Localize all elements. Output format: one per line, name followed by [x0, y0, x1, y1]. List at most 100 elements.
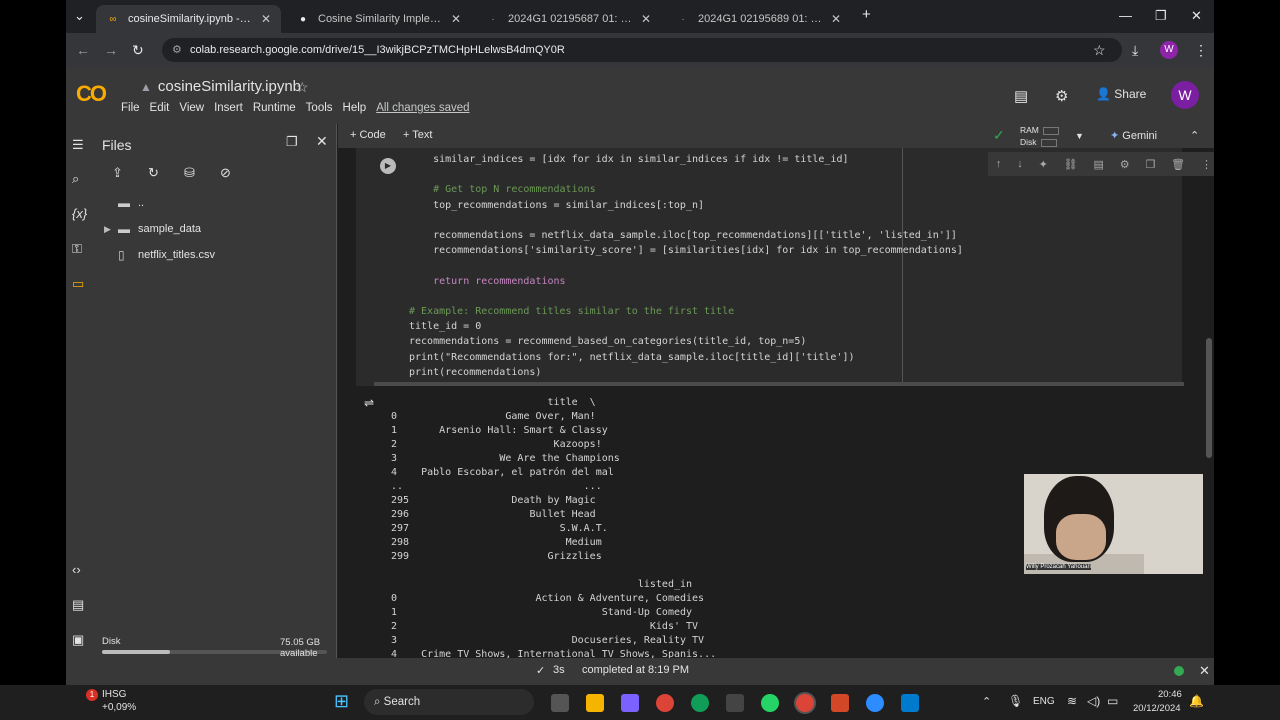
maximize-icon[interactable]: ❐	[1155, 8, 1167, 24]
chrome-profile-icon[interactable]	[796, 694, 814, 712]
code-line[interactable]: recommendations = netflix_data_sample.il…	[409, 228, 957, 243]
menu-insert[interactable]: Insert	[214, 102, 243, 114]
browser-tab-colab[interactable]: ∞ cosineSimilarity.ipynb - Colab ✕	[96, 5, 281, 33]
new-tab-icon[interactable]: +	[862, 6, 871, 23]
mirror-cell-icon[interactable]: ❐	[1145, 158, 1155, 171]
mount-drive-icon[interactable]: ⛁	[184, 165, 195, 181]
settings-gear-icon[interactable]: ⚙	[1055, 87, 1068, 105]
variables-icon[interactable]: {x}	[72, 206, 87, 221]
secrets-key-icon[interactable]: ⚿	[72, 241, 82, 257]
edge-icon[interactable]	[691, 694, 709, 712]
forward-icon[interactable]: →	[104, 42, 118, 58]
reload-icon[interactable]: ↻	[132, 42, 144, 59]
command-palette-icon[interactable]: ▤	[72, 597, 84, 613]
upload-file-icon[interactable]: ⇪	[112, 165, 123, 181]
minimize-icon[interactable]: —	[1119, 8, 1132, 23]
wifi-icon[interactable]: ≋	[1067, 694, 1077, 708]
run-cell-button[interactable]: ▶	[380, 158, 396, 174]
files-folder-icon[interactable]: ▭	[72, 276, 84, 292]
whatsapp-icon[interactable]	[761, 694, 779, 712]
code-snippets-icon[interactable]: ‹›	[72, 562, 81, 577]
link-icon[interactable]: ⛓	[1064, 158, 1078, 171]
download-icon[interactable]: ⤓	[1132, 42, 1138, 59]
table-of-contents-icon[interactable]: ☰	[72, 137, 84, 153]
language-indicator[interactable]: ENG	[1033, 696, 1055, 707]
notebook-title[interactable]: ▲ cosineSimilarity.ipynb	[140, 78, 301, 95]
bookmark-star-icon[interactable]: ☆	[1093, 42, 1106, 59]
stock-name[interactable]: IHSG	[102, 689, 126, 700]
close-panel-icon[interactable]: ✕	[316, 133, 328, 150]
code-line[interactable]: similar_indices = [idx for idx in simila…	[409, 152, 848, 167]
menu-file[interactable]: File	[121, 102, 140, 114]
close-tab-icon[interactable]: ✕	[641, 12, 651, 26]
move-down-icon[interactable]: ↓	[1017, 158, 1023, 170]
account-avatar[interactable]: W	[1171, 81, 1199, 109]
star-notebook-icon[interactable]: ☆	[296, 79, 309, 96]
browser-tab-final-project[interactable]: · 2024G1 02195687 01: Final Pro ✕	[476, 5, 661, 33]
tree-item-parent[interactable]: ▬..	[118, 196, 144, 210]
colab-logo-icon[interactable]: CO	[76, 81, 107, 107]
output-toggle-icon[interactable]: ⇌	[364, 396, 374, 410]
clock-time[interactable]: 20:46	[1158, 689, 1182, 700]
url-field[interactable]: ⚙ colab.research.google.com/drive/15__I3…	[162, 38, 1122, 62]
delete-cell-icon[interactable]: 🗑	[1171, 158, 1185, 171]
move-up-icon[interactable]: ↑	[996, 158, 1002, 170]
file-explorer-icon[interactable]	[586, 694, 604, 712]
tree-item-netflix-csv[interactable]: ▯ netflix_titles.csv	[118, 248, 215, 262]
save-status[interactable]: All changes saved	[376, 102, 469, 114]
browser-tab-laporan[interactable]: · 2024G1 02195689 01: LAPORA ✕	[666, 5, 851, 33]
store-icon[interactable]	[726, 694, 744, 712]
add-text-button[interactable]: + Text	[403, 129, 432, 141]
tab-search-icon[interactable]: ⌄	[74, 8, 85, 24]
menu-runtime[interactable]: Runtime	[253, 102, 296, 114]
code-line[interactable]: recommendations = recommend_based_on_cat…	[409, 334, 806, 349]
task-view-icon[interactable]	[551, 694, 569, 712]
close-tab-icon[interactable]: ✕	[451, 12, 461, 26]
more-options-icon[interactable]: ⋮	[1201, 158, 1212, 171]
site-info-icon[interactable]: ⚙	[172, 38, 182, 62]
powerpoint-icon[interactable]	[831, 694, 849, 712]
close-tab-icon[interactable]: ✕	[261, 12, 271, 26]
gemini-sparkle-icon[interactable]: ✦	[1039, 158, 1048, 171]
code-line[interactable]: return recommendations	[409, 274, 565, 289]
zoom-icon[interactable]	[866, 694, 884, 712]
browser-menu-icon[interactable]: ⋮	[1194, 42, 1208, 59]
horizontal-scrollbar[interactable]	[374, 382, 1184, 386]
code-line[interactable]: print("Recommendations for:", netflix_da…	[409, 350, 855, 365]
comments-icon[interactable]: ▤	[1014, 87, 1028, 105]
code-line[interactable]: title_id = 0	[409, 319, 481, 334]
vscode-icon[interactable]	[901, 694, 919, 712]
menu-view[interactable]: View	[179, 102, 204, 114]
tray-chevron-icon[interactable]: ⌃	[982, 695, 991, 708]
volume-icon[interactable]: ◁)	[1087, 694, 1100, 708]
notifications-bell-icon[interactable]: 🔔	[1189, 694, 1204, 708]
clock-date[interactable]: 20/12/2024	[1133, 703, 1181, 714]
comment-icon[interactable]: ▤	[1093, 158, 1103, 171]
code-line[interactable]: # Example: Recommend titles similar to t…	[409, 304, 734, 319]
terminal-icon[interactable]: ▣	[72, 632, 84, 648]
code-line[interactable]: # Get top N recommendations	[409, 182, 596, 197]
close-tab-icon[interactable]: ✕	[831, 12, 841, 26]
runtime-dropdown-icon[interactable]: ▼	[1075, 131, 1084, 141]
share-button[interactable]: 👤 Share	[1096, 87, 1146, 101]
close-window-icon[interactable]: ✕	[1191, 8, 1202, 24]
code-line[interactable]: recommendations['similarity_score'] = [s…	[409, 243, 963, 258]
microphone-icon[interactable]: 🎙	[1008, 694, 1023, 708]
code-line[interactable]: top_recommendations = similar_indices[:t…	[409, 198, 704, 213]
profile-avatar[interactable]: W	[1160, 41, 1178, 59]
chrome-icon[interactable]	[656, 694, 674, 712]
search-icon[interactable]: ⌕	[72, 171, 79, 187]
add-code-button[interactable]: + Code	[350, 129, 386, 141]
open-in-tab-icon[interactable]: ❐	[286, 134, 298, 150]
battery-icon[interactable]: ▭	[1107, 694, 1118, 708]
gemini-button[interactable]: ✦ Gemini	[1110, 129, 1157, 142]
resource-monitor[interactable]: RAM Disk	[1020, 124, 1059, 148]
close-status-icon[interactable]: ✕	[1199, 663, 1210, 679]
code-line[interactable]: print(recommendations)	[409, 365, 541, 380]
vertical-scrollbar[interactable]	[1206, 338, 1212, 458]
menu-tools[interactable]: Tools	[306, 102, 333, 114]
menu-help[interactable]: Help	[343, 102, 367, 114]
code-cell[interactable]: ▶ similar_indices = [idx for idx in simi…	[356, 148, 1214, 386]
back-icon[interactable]: ←	[76, 42, 90, 58]
windows-start-icon[interactable]: ⊞	[334, 691, 349, 712]
